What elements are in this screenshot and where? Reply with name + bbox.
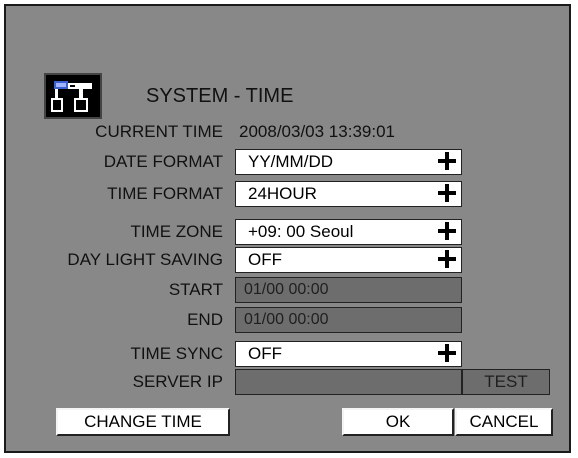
time-sync-label: TIME SYNC bbox=[130, 344, 223, 363]
day-light-saving-select[interactable]: OFF bbox=[235, 247, 462, 273]
test-button[interactable]: TEST bbox=[462, 369, 550, 395]
time-format-value: 24HOUR bbox=[248, 184, 317, 203]
page-title: SYSTEM - TIME bbox=[146, 85, 294, 107]
time-format-label: TIME FORMAT bbox=[107, 184, 223, 203]
start-value: 01/00 00:00 bbox=[244, 281, 329, 298]
change-time-button[interactable]: CHANGE TIME bbox=[56, 408, 230, 436]
plus-icon[interactable] bbox=[438, 222, 456, 240]
start-field: 01/00 00:00 bbox=[235, 277, 462, 303]
day-light-saving-label: DAY LIGHT SAVING bbox=[67, 250, 223, 269]
server-ip-label: SERVER IP bbox=[132, 372, 223, 391]
time-zone-label: TIME ZONE bbox=[130, 222, 223, 241]
time-zone-select[interactable]: +09: 00 Seoul bbox=[235, 219, 462, 245]
plus-icon[interactable] bbox=[438, 152, 456, 170]
end-value: 01/00 00:00 bbox=[244, 311, 329, 328]
start-label: START bbox=[168, 280, 223, 299]
plus-icon[interactable] bbox=[438, 344, 456, 362]
end-label: END bbox=[187, 310, 223, 329]
current-time-label: CURRENT TIME bbox=[95, 122, 223, 141]
server-ip-field bbox=[235, 369, 462, 395]
system-time-dialog: SYSTEM - TIME CURRENT TIME 2008/03/03 13… bbox=[4, 4, 571, 453]
time-sync-select[interactable]: OFF bbox=[235, 341, 462, 367]
day-light-saving-value: OFF bbox=[248, 250, 282, 269]
time-format-select[interactable]: 24HOUR bbox=[235, 181, 462, 207]
date-format-value: YY/MM/DD bbox=[248, 152, 333, 171]
ok-button[interactable]: OK bbox=[342, 408, 454, 436]
plus-icon[interactable] bbox=[438, 250, 456, 268]
date-format-label: DATE FORMAT bbox=[103, 152, 223, 171]
current-time-value: 2008/03/03 13:39:01 bbox=[239, 122, 395, 141]
cancel-button[interactable]: CANCEL bbox=[455, 408, 553, 436]
end-field: 01/00 00:00 bbox=[235, 307, 462, 333]
time-zone-value: +09: 00 Seoul bbox=[248, 222, 354, 241]
tools-icon bbox=[44, 73, 102, 119]
date-format-select[interactable]: YY/MM/DD bbox=[235, 149, 462, 175]
time-sync-value: OFF bbox=[248, 344, 282, 363]
plus-icon[interactable] bbox=[438, 184, 456, 202]
